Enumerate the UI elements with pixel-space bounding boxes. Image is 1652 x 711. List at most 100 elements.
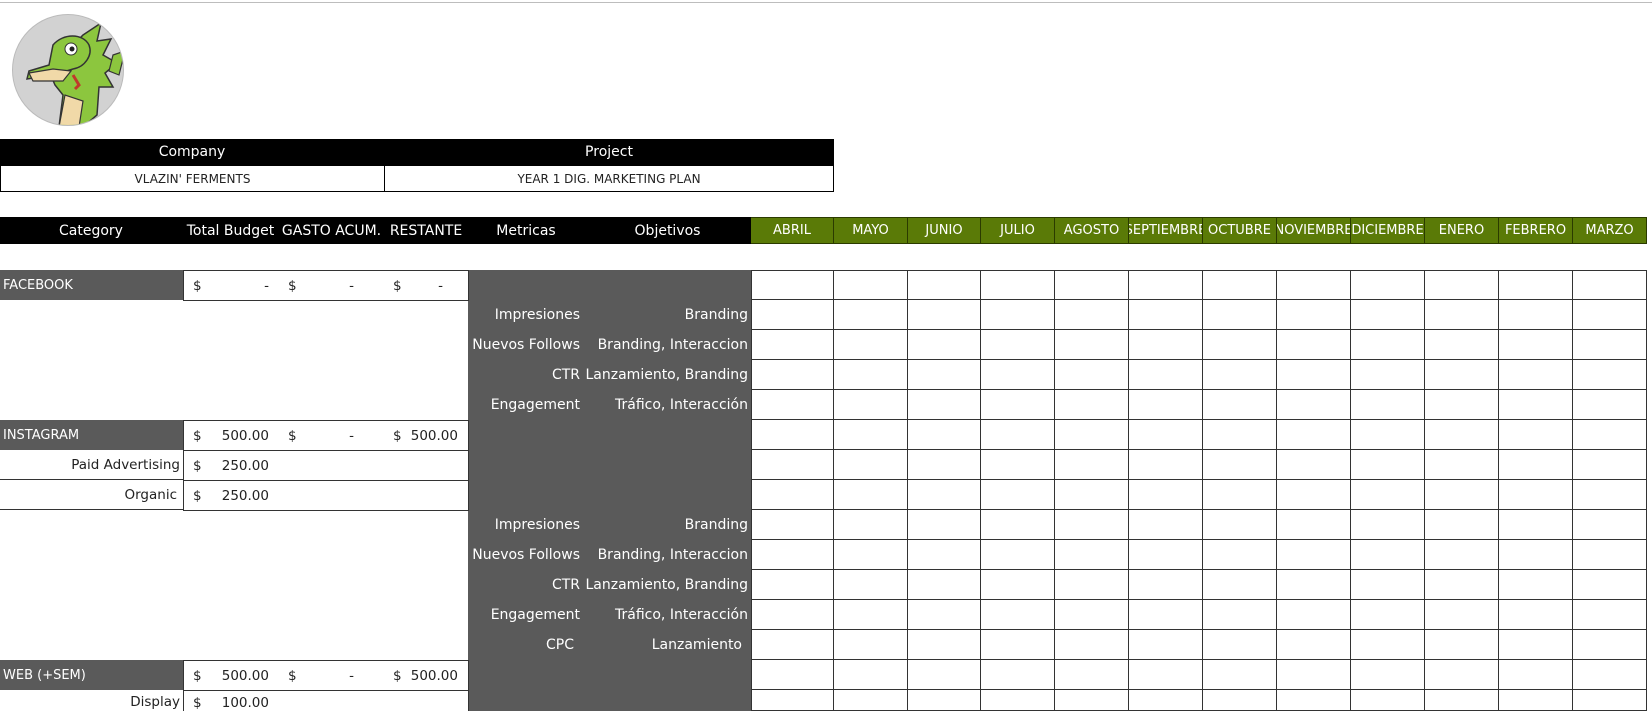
paid-total-budget[interactable]: $ 250.00 (183, 450, 280, 481)
month-cell[interactable] (751, 300, 834, 330)
month-cell[interactable] (1055, 360, 1129, 390)
month-cell[interactable] (834, 270, 908, 300)
instagram-restante[interactable]: $ 500.00 (384, 420, 469, 451)
month-cell[interactable] (834, 690, 908, 711)
instagram-gasto-acum[interactable]: $ - (279, 420, 385, 451)
month-cell[interactable] (908, 480, 981, 510)
month-cell[interactable] (1129, 600, 1203, 630)
month-cell[interactable] (1573, 510, 1647, 540)
month-cell[interactable] (1055, 450, 1129, 480)
month-cell[interactable] (1055, 690, 1129, 711)
month-cell[interactable] (908, 270, 981, 300)
month-cell[interactable] (751, 420, 834, 450)
month-cell[interactable] (1499, 300, 1573, 330)
month-cell[interactable] (1351, 630, 1425, 660)
month-cell[interactable] (1425, 600, 1499, 630)
month-cell[interactable] (1055, 600, 1129, 630)
month-cell[interactable] (1129, 360, 1203, 390)
month-cell[interactable] (1573, 660, 1647, 690)
month-cell[interactable] (1499, 660, 1573, 690)
month-cell[interactable] (751, 330, 834, 360)
month-cell[interactable] (834, 480, 908, 510)
month-cell[interactable] (1129, 510, 1203, 540)
month-cell[interactable] (1573, 570, 1647, 600)
month-cell[interactable] (1277, 330, 1351, 360)
month-cell[interactable] (1277, 480, 1351, 510)
month-cell[interactable] (1499, 690, 1573, 711)
month-cell[interactable] (1277, 600, 1351, 630)
month-cell[interactable] (1129, 630, 1203, 660)
month-cell[interactable] (1055, 630, 1129, 660)
month-cell[interactable] (908, 600, 981, 630)
month-cell[interactable] (981, 600, 1055, 630)
month-cell[interactable] (1277, 570, 1351, 600)
month-cell[interactable] (1277, 300, 1351, 330)
month-cell[interactable] (834, 300, 908, 330)
month-cell[interactable] (1351, 360, 1425, 390)
month-cell[interactable] (1499, 630, 1573, 660)
month-cell[interactable] (981, 330, 1055, 360)
month-cell[interactable] (1055, 510, 1129, 540)
month-cell[interactable] (1351, 270, 1425, 300)
month-cell[interactable] (751, 690, 834, 711)
month-cell[interactable] (1203, 420, 1277, 450)
month-cell[interactable] (834, 330, 908, 360)
paid-gasto-acum[interactable] (279, 450, 385, 481)
month-cell[interactable] (1351, 540, 1425, 570)
category-web-sem[interactable]: WEB (+SEM) (0, 660, 184, 690)
month-cell[interactable] (1425, 630, 1499, 660)
month-cell[interactable] (981, 540, 1055, 570)
month-cell[interactable] (1277, 690, 1351, 711)
month-cell[interactable] (1055, 480, 1129, 510)
month-cell[interactable] (1573, 420, 1647, 450)
month-cell[interactable] (751, 390, 834, 420)
month-cell[interactable] (1573, 270, 1647, 300)
month-cell[interactable] (834, 540, 908, 570)
month-cell[interactable] (1055, 570, 1129, 600)
month-cell[interactable] (1351, 300, 1425, 330)
month-cell[interactable] (1573, 690, 1647, 711)
month-cell[interactable] (1499, 450, 1573, 480)
month-cell[interactable] (1203, 600, 1277, 630)
month-cell[interactable] (908, 330, 981, 360)
month-cell[interactable] (1055, 660, 1129, 690)
month-cell[interactable] (1499, 360, 1573, 390)
month-cell[interactable] (1573, 360, 1647, 390)
month-cell[interactable] (1351, 480, 1425, 510)
month-cell[interactable] (1055, 270, 1129, 300)
month-cell[interactable] (1573, 630, 1647, 660)
month-cell[interactable] (908, 570, 981, 600)
month-cell[interactable] (1351, 570, 1425, 600)
month-cell[interactable] (1499, 390, 1573, 420)
month-cell[interactable] (981, 390, 1055, 420)
month-cell[interactable] (1573, 450, 1647, 480)
month-cell[interactable] (751, 540, 834, 570)
facebook-gasto-acum[interactable]: $ - (279, 270, 385, 301)
month-cell[interactable] (1425, 360, 1499, 390)
month-cell[interactable] (1277, 360, 1351, 390)
month-cell[interactable] (981, 570, 1055, 600)
month-cell[interactable] (834, 420, 908, 450)
month-cell[interactable] (1499, 420, 1573, 450)
month-cell[interactable] (1055, 390, 1129, 420)
month-cell[interactable] (1425, 570, 1499, 600)
month-cell[interactable] (981, 510, 1055, 540)
month-cell[interactable] (1203, 390, 1277, 420)
month-cell[interactable] (1277, 540, 1351, 570)
month-cell[interactable] (1055, 420, 1129, 450)
category-facebook[interactable]: FACEBOOK (0, 270, 184, 300)
subcategory-organic[interactable]: Organic (0, 480, 183, 510)
month-cell[interactable] (1277, 270, 1351, 300)
month-cell[interactable] (908, 690, 981, 711)
instagram-total-budget[interactable]: $ 500.00 (183, 420, 280, 451)
display-total-budget[interactable]: $ 100.00 (183, 690, 280, 711)
month-cell[interactable] (1425, 540, 1499, 570)
month-cell[interactable] (834, 360, 908, 390)
month-cell[interactable] (1277, 660, 1351, 690)
month-cell[interactable] (981, 360, 1055, 390)
month-cell[interactable] (1425, 480, 1499, 510)
subcategory-paid-advertising[interactable]: Paid Advertising (0, 450, 183, 480)
month-cell[interactable] (908, 420, 981, 450)
month-cell[interactable] (1425, 510, 1499, 540)
organic-restante[interactable] (384, 480, 469, 511)
